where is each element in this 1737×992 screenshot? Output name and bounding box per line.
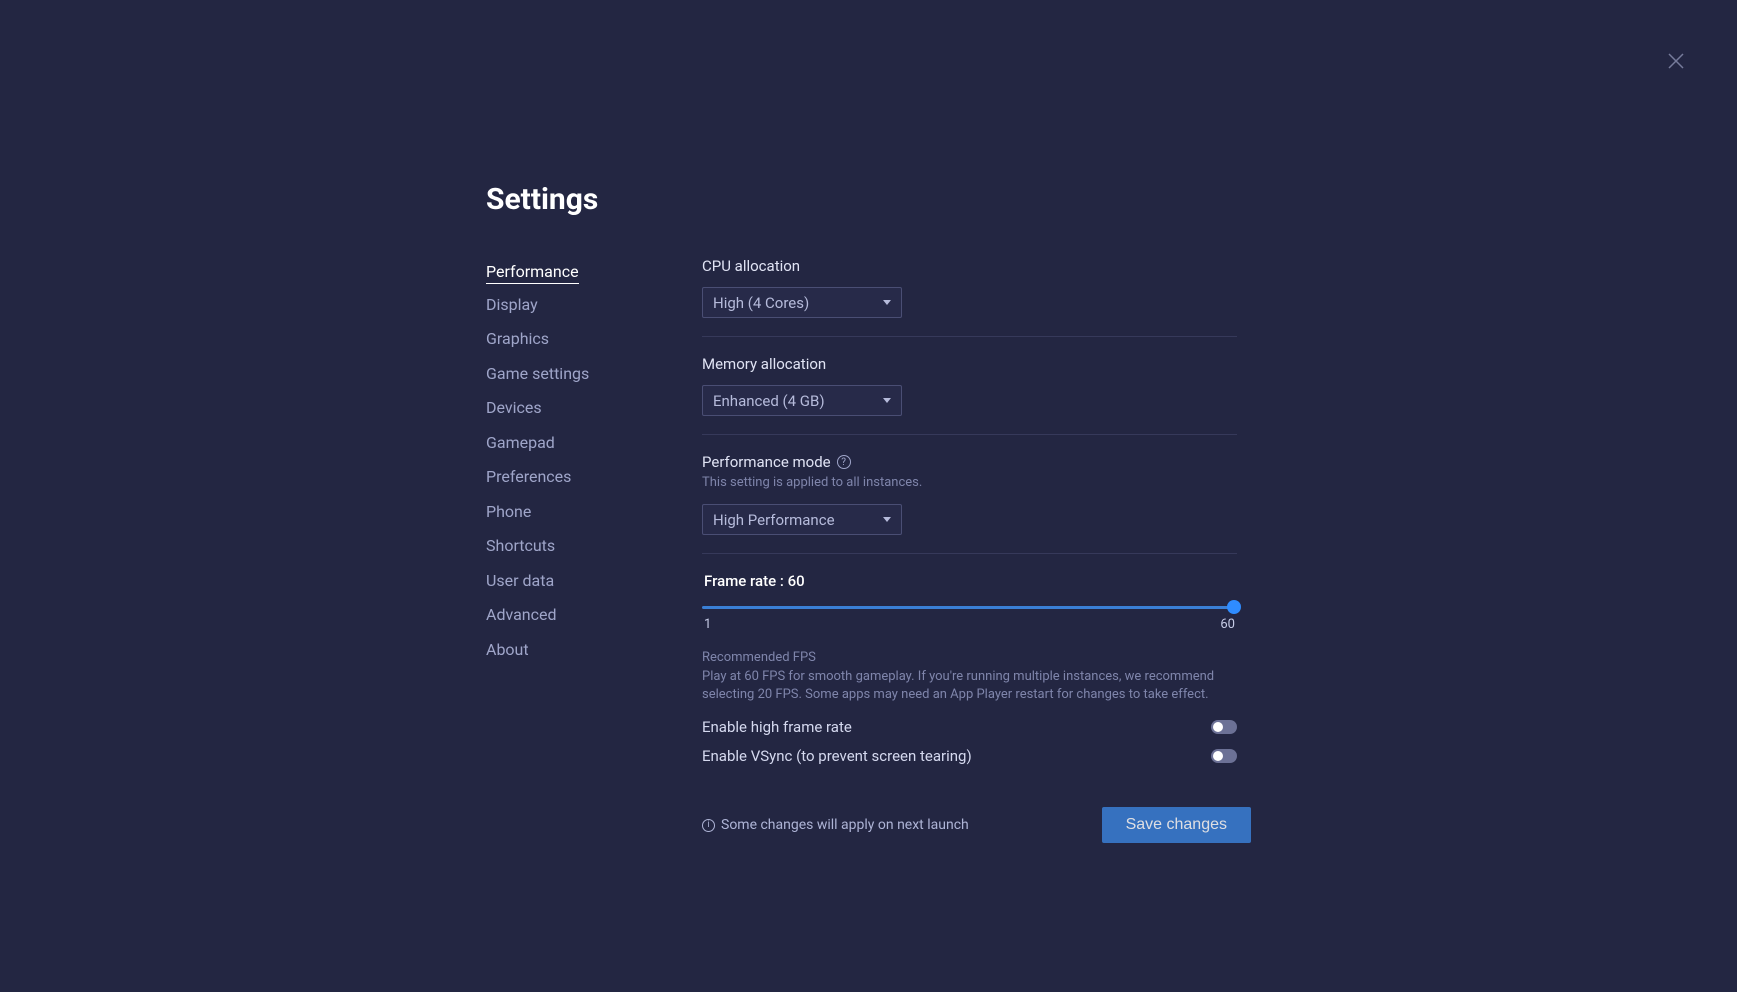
sidebar-item-user-data[interactable]: User data [486, 566, 554, 595]
cpu-select[interactable]: High (4 Cores) [702, 287, 902, 318]
perf-mode-section: Performance mode ? This setting is appli… [702, 453, 1237, 554]
close-button[interactable] [1667, 52, 1685, 70]
sidebar-item-game-settings[interactable]: Game settings [486, 359, 589, 388]
cpu-section: CPU allocation High (4 Cores) [702, 257, 1237, 337]
sidebar: Performance Display Graphics Game settin… [486, 257, 702, 843]
sidebar-item-shortcuts[interactable]: Shortcuts [486, 531, 555, 560]
toggle-vsync-label: Enable VSync (to prevent screen tearing) [702, 747, 972, 765]
toggle-high-frame[interactable] [1211, 720, 1237, 734]
frame-rate-slider[interactable] [702, 600, 1237, 609]
slider-max: 60 [1220, 617, 1235, 632]
frame-rate-label: Frame rate : 60 [702, 572, 1237, 590]
footer-note: i Some changes will apply on next launch [702, 817, 969, 833]
sidebar-item-performance[interactable]: Performance [486, 257, 579, 284]
cpu-label: CPU allocation [702, 257, 1237, 275]
sidebar-item-devices[interactable]: Devices [486, 393, 542, 422]
settings-content: CPU allocation High (4 Cores) Memory all… [702, 257, 1251, 777]
cpu-value: High (4 Cores) [713, 294, 809, 312]
recommended-title: Recommended FPS [702, 650, 1237, 665]
sidebar-item-phone[interactable]: Phone [486, 497, 531, 526]
page-title: Settings [486, 182, 1251, 217]
sidebar-item-graphics[interactable]: Graphics [486, 324, 549, 353]
perf-mode-sublabel: This setting is applied to all instances… [702, 475, 1237, 490]
sidebar-item-gamepad[interactable]: Gamepad [486, 428, 555, 457]
chevron-down-icon [883, 517, 891, 522]
chevron-down-icon [883, 300, 891, 305]
perf-mode-label: Performance mode ? [702, 453, 1237, 471]
memory-select[interactable]: Enhanced (4 GB) [702, 385, 902, 416]
frame-section: Frame rate : 60 1 60 Recommended FPS Pla… [702, 572, 1237, 777]
toggle-high-frame-label: Enable high frame rate [702, 718, 852, 736]
perf-mode-value: High Performance [713, 511, 835, 529]
footer: i Some changes will apply on next launch… [702, 807, 1251, 843]
memory-label: Memory allocation [702, 355, 1237, 373]
toggle-display-fps-label: Display FPS during gameplay [702, 776, 895, 777]
save-changes-button[interactable]: Save changes [1102, 807, 1251, 843]
sidebar-item-advanced[interactable]: Advanced [486, 600, 557, 629]
perf-mode-select[interactable]: High Performance [702, 504, 902, 535]
sidebar-item-preferences[interactable]: Preferences [486, 462, 571, 491]
help-icon[interactable]: ? [837, 455, 851, 469]
info-icon: i [702, 819, 715, 832]
chevron-down-icon [883, 398, 891, 403]
sidebar-item-display[interactable]: Display [486, 290, 538, 319]
slider-min: 1 [704, 617, 711, 632]
slider-thumb[interactable] [1227, 600, 1241, 614]
memory-value: Enhanced (4 GB) [713, 392, 825, 410]
sidebar-item-about[interactable]: About [486, 635, 529, 664]
toggle-vsync[interactable] [1211, 749, 1237, 763]
recommended-body: Play at 60 FPS for smooth gameplay. If y… [702, 668, 1237, 704]
memory-section: Memory allocation Enhanced (4 GB) [702, 355, 1237, 435]
